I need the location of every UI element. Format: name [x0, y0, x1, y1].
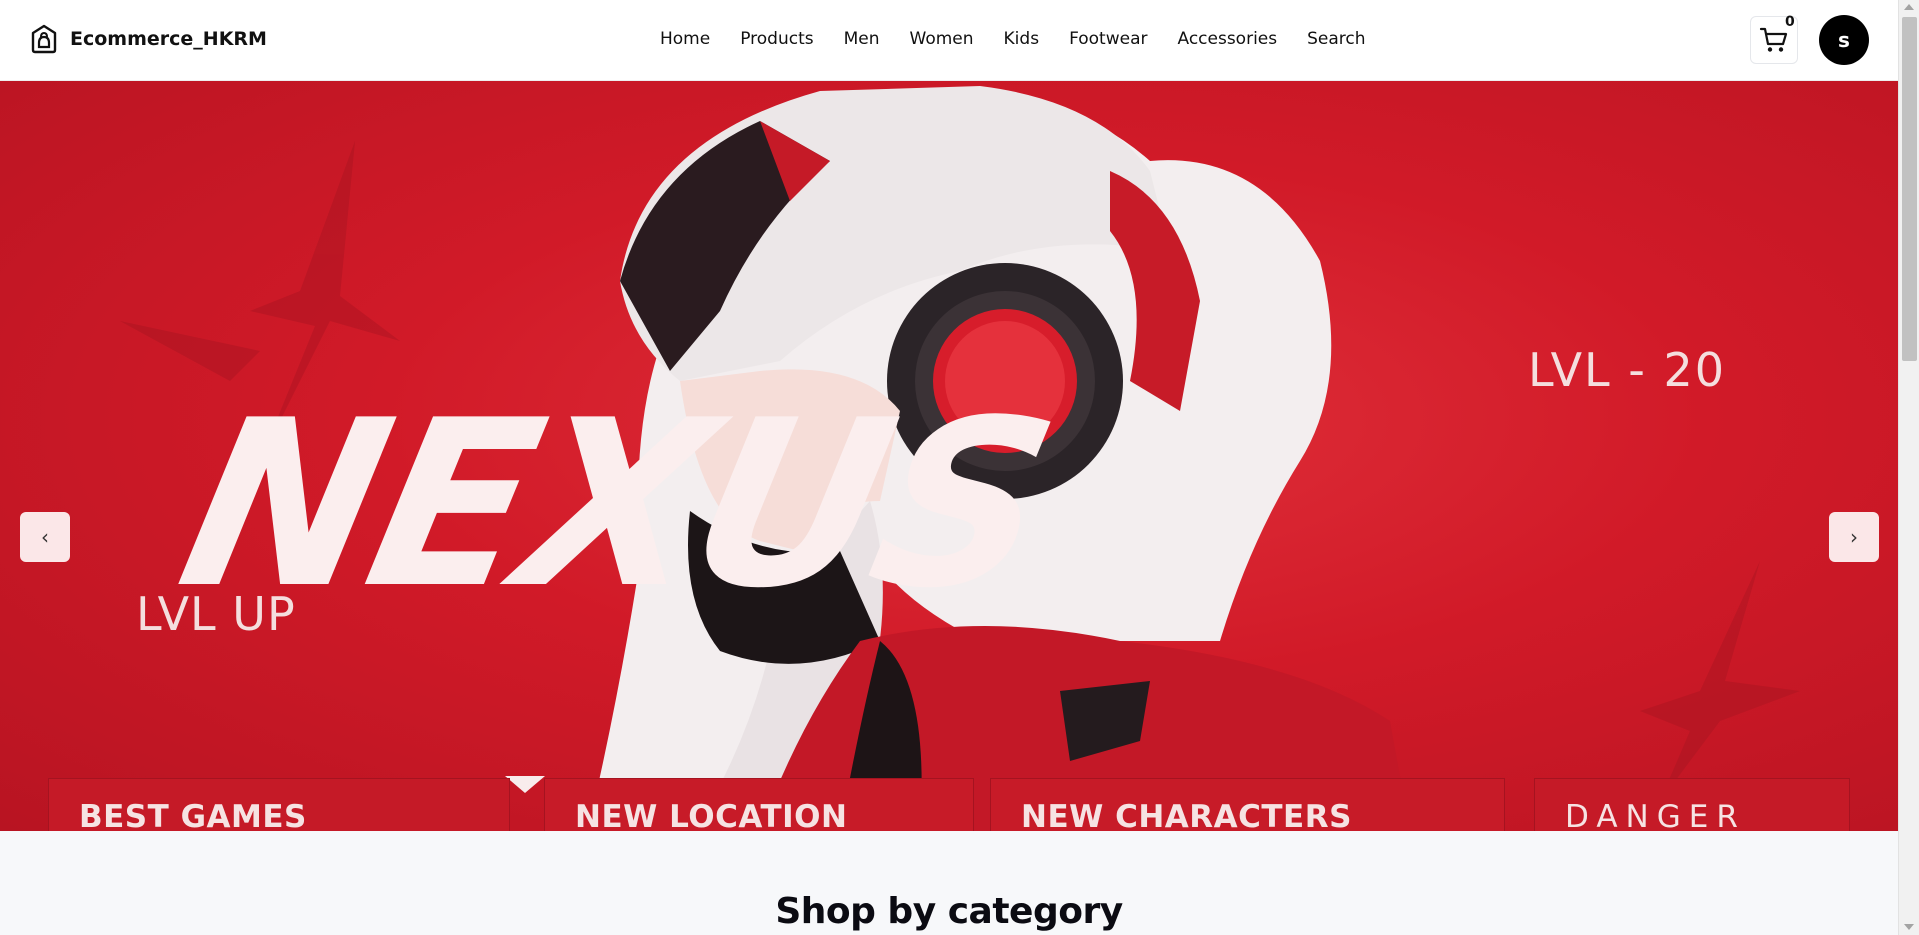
hero-tab-danger: DANGER — [1534, 778, 1850, 831]
hero-tab-best-games: BEST GAMES — [48, 778, 510, 831]
brand-logo-link[interactable]: Ecommerce_HKRM — [30, 24, 267, 54]
chevron-left-icon: ‹ — [41, 525, 49, 549]
user-avatar[interactable]: s — [1819, 15, 1869, 65]
hero-levelup-text: LVL UP — [136, 587, 296, 641]
scroll-up-arrow-icon[interactable] — [1904, 4, 1914, 10]
hero-level-text: LVL - 20 — [1528, 343, 1727, 397]
nav-products[interactable]: Products — [740, 29, 813, 49]
hero-title-text: NEXUS — [161, 372, 1068, 639]
page-scrollbar[interactable] — [1898, 0, 1919, 935]
carousel-next-button[interactable]: › — [1829, 512, 1879, 562]
chevron-right-icon: › — [1850, 525, 1858, 549]
site-header: Ecommerce_HKRM Home Products Men Women K… — [0, 0, 1898, 81]
cart-count-badge: 0 — [1785, 14, 1795, 30]
hero-tab-new-characters: NEW CHARACTERS — [990, 778, 1505, 831]
nav-footwear[interactable]: Footwear — [1069, 29, 1147, 49]
nav-women[interactable]: Women — [910, 29, 974, 49]
nav-search[interactable]: Search — [1307, 29, 1365, 49]
brand-name: Ecommerce_HKRM — [70, 28, 267, 50]
carousel-prev-button[interactable]: ‹ — [20, 512, 70, 562]
main-nav: Home Products Men Women Kids Footwear Ac… — [660, 29, 1396, 49]
hero-tab-new-location: NEW LOCATION — [544, 778, 974, 831]
nav-men[interactable]: Men — [844, 29, 880, 49]
hero-carousel: NEXUS LVL - 20 LVL UP BEST GAMES NEW LOC… — [0, 81, 1898, 831]
scroll-down-arrow-icon[interactable] — [1904, 924, 1914, 930]
nav-accessories[interactable]: Accessories — [1177, 29, 1277, 49]
shopping-cart-icon — [1759, 27, 1788, 52]
nav-home[interactable]: Home — [660, 29, 710, 49]
scrollbar-thumb[interactable] — [1902, 17, 1917, 361]
nav-kids[interactable]: Kids — [1004, 29, 1040, 49]
category-section: Shop by category — [0, 831, 1898, 935]
store-logo-icon — [31, 24, 57, 54]
section-title: Shop by category — [775, 891, 1123, 932]
